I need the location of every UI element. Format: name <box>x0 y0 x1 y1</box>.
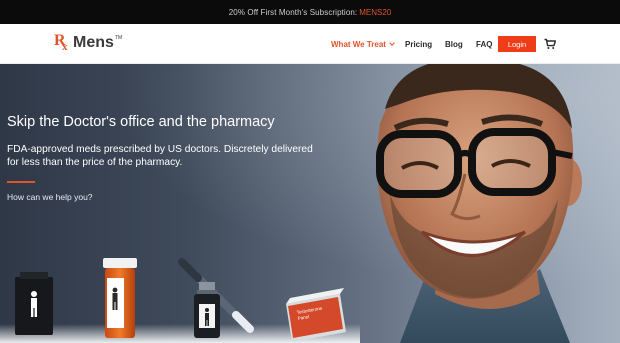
nav-what-we-treat[interactable]: What We Treat <box>331 24 395 64</box>
cart-icon[interactable] <box>544 38 556 50</box>
vial <box>194 282 220 338</box>
product-lineup: Testosterone Panel <box>0 258 360 343</box>
nav-faq[interactable]: FAQ <box>476 24 492 64</box>
hero-help-link[interactable]: How can we help you? <box>7 192 93 202</box>
promo-bar: 20% Off First Month's Subscription: MENS… <box>0 0 620 24</box>
site-header: R x Mens TM What We Treat Pricing Blog F… <box>0 24 620 64</box>
nav-what-we-treat-label: What We Treat <box>331 39 386 49</box>
hero-divider <box>7 181 35 183</box>
hero-title: Skip the Doctor's office and the pharmac… <box>7 114 275 130</box>
logo-x: x <box>62 41 68 53</box>
rx-symbol: R x <box>54 33 72 55</box>
chevron-down-icon <box>389 40 395 46</box>
promo-text: 20% Off First Month's Subscription: <box>228 7 358 17</box>
rxmens-logo[interactable]: R x Mens TM <box>54 33 122 55</box>
hero-section: Skip the Doctor's office and the pharmac… <box>0 64 620 343</box>
nav-pricing[interactable]: Pricing <box>405 24 432 64</box>
logo-name: Mens <box>73 34 114 51</box>
pill-bottle <box>103 258 137 338</box>
login-button[interactable]: Login <box>498 36 536 52</box>
logo-trademark: TM <box>114 35 123 41</box>
pill-pouch <box>15 272 53 335</box>
promo-code: MENS20 <box>359 7 392 17</box>
nav-blog[interactable]: Blog <box>445 24 463 64</box>
hero-description: FDA-approved meds prescribed by US docto… <box>7 144 313 168</box>
smiling-man-portrait <box>376 64 582 343</box>
